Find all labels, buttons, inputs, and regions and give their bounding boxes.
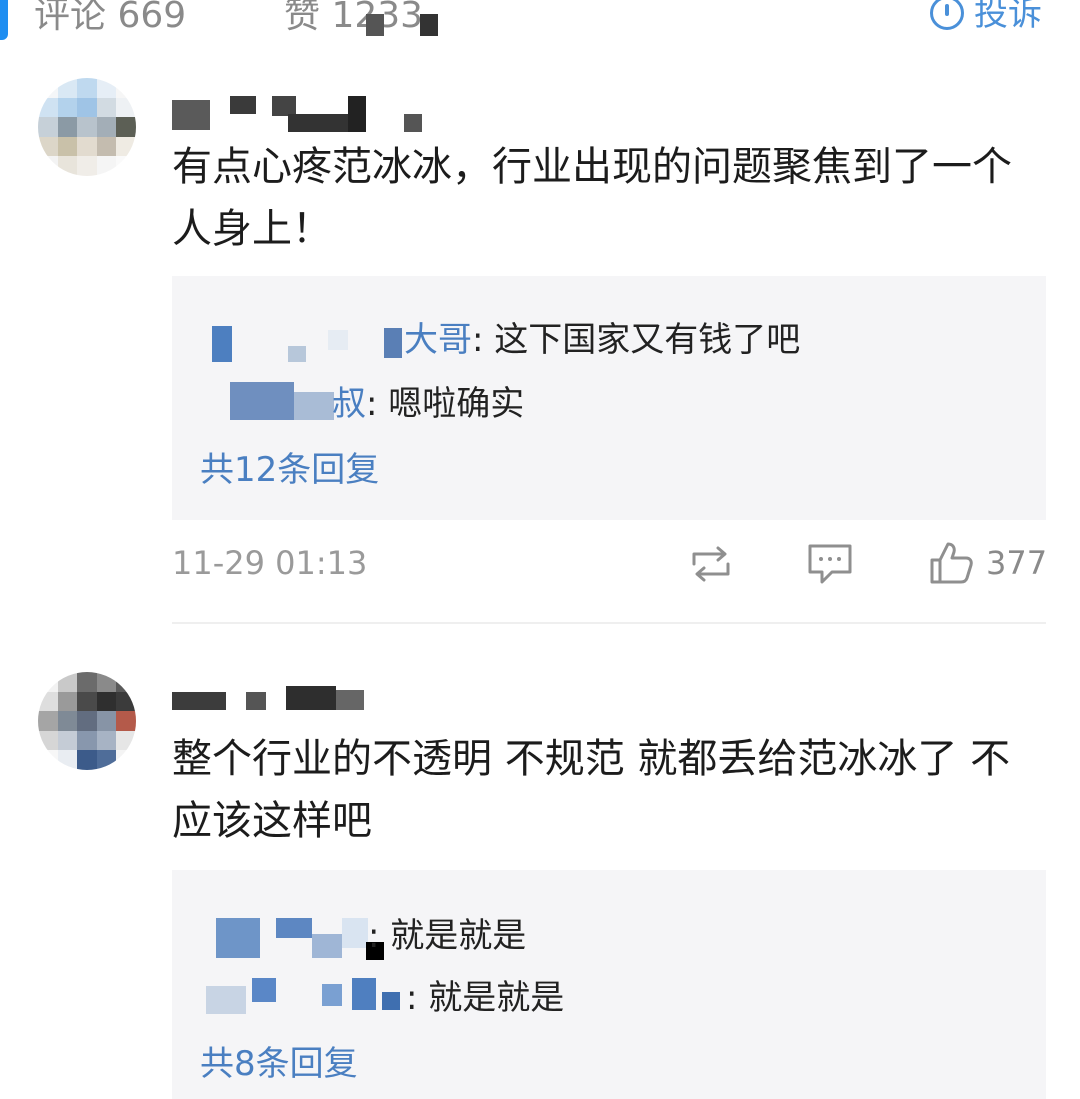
report-button[interactable]: 投诉 xyxy=(930,0,1042,35)
reply-box[interactable]: : 就是就是 : 就是就是 共8条回复 xyxy=(172,870,1046,1099)
reply-text: : 就是就是 xyxy=(406,978,565,1018)
reply-text: : 就是就是 xyxy=(368,916,527,956)
report-icon xyxy=(930,0,964,30)
reply-text: : 这下国家又有钱了吧 xyxy=(472,320,801,360)
repost-icon[interactable] xyxy=(686,544,736,584)
redacted-reply-username[interactable] xyxy=(212,324,402,364)
reply-box[interactable]: 大哥: 这下国家又有钱了吧 叔: 嗯啦确实 共12条回复 xyxy=(172,276,1046,520)
redacted-reply-username[interactable] xyxy=(206,978,406,1014)
comment-timestamp: 11-29 01:13 xyxy=(172,544,368,582)
thumbs-up-icon[interactable] xyxy=(928,540,974,586)
avatar[interactable] xyxy=(38,78,136,176)
redacted-mosaic xyxy=(360,0,440,40)
tab-comments[interactable]: 评论 669 xyxy=(34,0,186,38)
comment-icon[interactable] xyxy=(806,542,854,586)
view-replies-link[interactable]: 共8条回复 xyxy=(200,1036,358,1085)
reply-text: : 嗯啦确实 xyxy=(366,384,525,424)
redacted-username[interactable] xyxy=(172,686,372,712)
divider xyxy=(172,622,1046,624)
reply-item[interactable]: : 就是就是 xyxy=(368,908,526,957)
avatar[interactable] xyxy=(38,672,136,770)
comment-text: 有点心疼范冰冰，行业出现的问题聚焦到了一个人身上！ xyxy=(172,144,1012,252)
reply-username[interactable]: 大哥 xyxy=(404,320,472,360)
reply-item[interactable]: : 就是就是 xyxy=(406,970,564,1019)
view-replies-link[interactable]: 共12条回复 xyxy=(200,442,379,491)
redacted-username[interactable] xyxy=(172,96,432,134)
redacted-reply-username[interactable] xyxy=(216,918,386,962)
reply-item[interactable]: 大哥: 这下国家又有钱了吧 xyxy=(404,312,800,361)
reply-item[interactable]: 叔: 嗯啦确实 xyxy=(332,376,524,425)
like-count: 377 xyxy=(986,544,1048,582)
reply-username[interactable]: 叔 xyxy=(332,384,366,424)
comment-text: 整个行业的不透明 不规范 就都丢给范冰冰了 不应该这样吧 xyxy=(172,736,1011,844)
tab-indicator xyxy=(0,0,8,40)
report-label: 投诉 xyxy=(974,0,1042,34)
